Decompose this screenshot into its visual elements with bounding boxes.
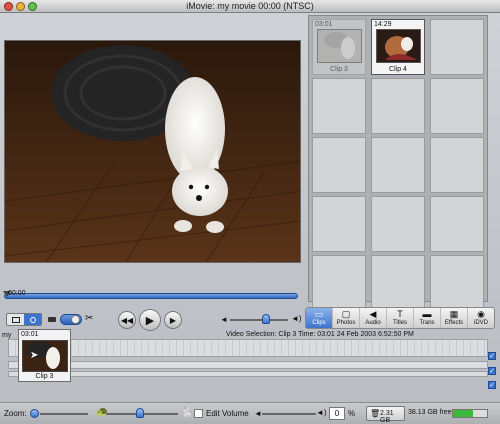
edit-volume-label: Edit Volume (206, 409, 249, 418)
clips-shelf: 03:01 Clip 3 14:29 Clip 4 (308, 15, 488, 311)
scissors-icon: ✂ (85, 313, 94, 324)
clip-slot[interactable] (312, 255, 366, 311)
video-track-checkbox[interactable]: ✓ (488, 352, 496, 360)
scrubber-timecode: 00:00 (8, 290, 26, 297)
clip-slot[interactable] (371, 137, 425, 193)
timeline-track-label: my (2, 332, 12, 339)
audio-track-1[interactable] (8, 361, 488, 369)
panel-button-bar: ▭ Clips ▢ Photos ◀ Audio T Titles ▬ Trans ▦ Effects… (305, 307, 495, 329)
panel-button-trans[interactable]: ▬ Trans (414, 308, 441, 328)
panel-button-label: Effects (444, 320, 464, 326)
audio-icon: ◀ (369, 309, 377, 319)
clip-thumbnail[interactable]: 14:29 Clip 4 (371, 19, 425, 75)
trash-icon: 🗑 (370, 409, 381, 418)
video-monitor (4, 40, 301, 263)
clip-thumbnail[interactable]: 03:01 Clip 3 (312, 19, 366, 75)
zoom-label: Zoom: (4, 409, 27, 418)
clip-thumbnail-image (376, 29, 421, 63)
audio-track-2-checkbox[interactable]: ✓ (488, 381, 496, 389)
volume-mute-icon: ◄ (254, 409, 262, 418)
panel-button-label: Audio (365, 320, 381, 326)
cursor-arrow-icon: ➤ (30, 350, 39, 361)
volume-percent-unit: % (348, 409, 356, 418)
timeline-clip-thumbnail (22, 340, 68, 372)
panel-button-clips[interactable]: ▭ Clips (306, 308, 333, 328)
panel-button-label: Photos (336, 320, 356, 326)
rewind-button[interactable]: ◀◀ (118, 311, 136, 329)
play-button[interactable]: ▶ (139, 309, 161, 331)
audio-track-2[interactable] (8, 371, 488, 377)
photos-icon: ▢ (341, 309, 351, 319)
clip-slot[interactable] (430, 255, 484, 311)
play-fullscreen-button[interactable]: ▶ (164, 311, 182, 329)
monitor-frame-image (5, 41, 300, 262)
clip-time: 03:01 (315, 21, 333, 28)
clips-icon: ▭ (314, 309, 324, 319)
rewind-icon: ◀◀ (120, 315, 134, 325)
panel-button-photos[interactable]: ▢ Photos (333, 308, 360, 328)
timeline-viewer-icon[interactable] (24, 314, 41, 325)
trash-size: 2.31 GB (380, 410, 394, 424)
camera-icon (48, 317, 56, 322)
volume-high-icon: ◄) (291, 314, 302, 323)
clip-viewer-icon[interactable] (7, 314, 24, 325)
timeline-clip-name: Clip 3 (35, 373, 54, 380)
effects-icon: ▦ (449, 309, 459, 319)
clip-time: 14:29 (374, 21, 392, 28)
titles-icon: T (397, 309, 403, 319)
panel-button-label: Titles (392, 320, 408, 326)
zoom-slider-thumb[interactable] (30, 409, 39, 418)
clip-volume-slider[interactable] (262, 413, 316, 415)
zoom-slider[interactable] (40, 413, 88, 415)
clip-thumbnail-image (317, 29, 362, 63)
camera-edit-toggle[interactable] (60, 314, 82, 325)
imovie-window: iMovie: my movie 00:00 (NTSC) 00:00 03:0… (0, 0, 500, 424)
title-bar: iMovie: my movie 00:00 (NTSC) (0, 0, 500, 13)
panel-button-label: Clips (312, 320, 326, 326)
panel-button-label: Trans (419, 320, 435, 326)
clip-slot[interactable] (430, 137, 484, 193)
bottom-status-bar: Zoom: 🐢 🐇 Edit Volume ◄ ◄) 0 % 🗑 2.31 GB… (0, 402, 500, 424)
clip-slot[interactable] (312, 196, 366, 252)
clip-slot[interactable] (371, 196, 425, 252)
hare-icon: 🐇 (180, 407, 193, 418)
volume-percent-field[interactable]: 0 (329, 407, 345, 420)
free-space-meter (452, 409, 488, 418)
panel-button-label: iDVD (473, 320, 488, 326)
timeline-clip-time: 03:01 (21, 331, 39, 338)
speed-slider-thumb[interactable] (136, 408, 144, 418)
clip-volume-high-icon: ◄) (316, 408, 327, 417)
timeline-clip[interactable]: 03:01 Clip 3 ➤ (18, 329, 71, 382)
clip-slot[interactable] (430, 78, 484, 134)
panel-button-titles[interactable]: T Titles (387, 308, 414, 328)
transitions-icon: ▬ (422, 309, 432, 319)
clip-slot[interactable] (371, 78, 425, 134)
window-title: iMovie: my movie 00:00 (NTSC) (186, 1, 314, 11)
free-space-label: 38.13 GB free (408, 409, 452, 416)
clip-slot[interactable] (312, 137, 366, 193)
clip-slot[interactable] (430, 196, 484, 252)
edit-mode-switch[interactable] (6, 313, 42, 326)
trash-button[interactable]: 🗑 2.31 GB (366, 406, 405, 424)
fullscreen-play-icon: ▶ (169, 315, 177, 325)
panel-button-audio[interactable]: ◀ Audio (360, 308, 387, 328)
volume-slider[interactable] (230, 319, 288, 321)
clip-slot[interactable] (371, 255, 425, 311)
panel-button-idvd[interactable]: ◉ iDVD (468, 308, 494, 328)
clip-slot[interactable] (430, 19, 484, 75)
panel-button-effects[interactable]: ▦ Effects (441, 308, 468, 328)
scrubber-bar[interactable] (4, 293, 298, 299)
edit-volume-checkbox[interactable] (194, 409, 203, 418)
volume-low-icon: ◄ (220, 315, 228, 324)
video-track[interactable] (8, 339, 488, 357)
audio-track-1-checkbox[interactable]: ✓ (488, 367, 496, 375)
clip-name: Clip 3 (330, 66, 348, 73)
timeline-viewer: my ✓ ✓ (2, 329, 498, 377)
free-space-meter-fill (453, 410, 474, 417)
volume-slider-thumb[interactable] (262, 314, 270, 324)
clip-name: Clip 4 (389, 66, 407, 73)
idvd-icon: ◉ (477, 309, 485, 319)
clip-slot[interactable] (312, 78, 366, 134)
play-icon: ▶ (145, 314, 155, 327)
